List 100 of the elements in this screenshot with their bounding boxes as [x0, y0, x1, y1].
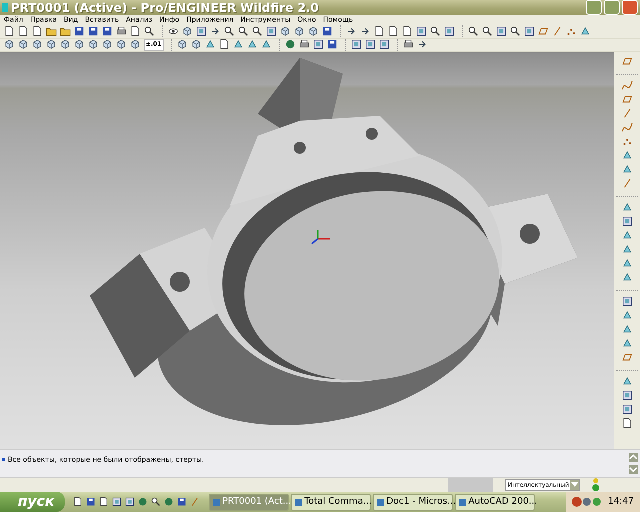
scroll-up-button[interactable]	[629, 452, 638, 462]
toolbar-button[interactable]	[190, 38, 202, 51]
toolbar-button[interactable]	[510, 25, 521, 38]
toolbar-button[interactable]	[364, 38, 376, 51]
quick-launch-button[interactable]	[98, 496, 110, 508]
frame-icon	[622, 216, 632, 228]
folder-icon	[46, 26, 57, 37]
frame-icon	[622, 404, 632, 416]
toolbar-button[interactable]	[4, 38, 15, 51]
quick-launch-button[interactable]	[150, 496, 162, 508]
toolbar-button[interactable]	[524, 25, 535, 38]
toolbar-button[interactable]	[18, 38, 29, 51]
line-icon	[190, 497, 200, 508]
document-icon	[32, 26, 43, 37]
bullet-icon	[2, 458, 5, 462]
toolbar-button[interactable]	[102, 38, 113, 51]
toolbar-button[interactable]	[74, 38, 85, 51]
toolbar-button[interactable]	[416, 25, 427, 38]
toolbar-button[interactable]	[32, 25, 43, 38]
cube-icon	[116, 39, 127, 50]
toolbar-button[interactable]	[496, 25, 507, 38]
frame-icon	[378, 39, 390, 50]
toolbar-button[interactable]	[374, 25, 385, 38]
toolbar-button[interactable]	[130, 38, 141, 51]
toolbar-button[interactable]	[622, 404, 632, 416]
toolbar-button[interactable]	[266, 25, 277, 38]
quick-launch-button[interactable]	[86, 496, 97, 508]
toolbar-button[interactable]	[468, 25, 479, 38]
frame-icon	[266, 26, 277, 37]
frame-icon	[124, 497, 135, 508]
arrow-icon	[416, 39, 428, 50]
sphere-icon	[164, 497, 174, 508]
toolbar-button[interactable]	[444, 25, 455, 38]
toolbar-button[interactable]	[378, 38, 390, 51]
toolbar-button[interactable]	[60, 38, 71, 51]
toolbar-button[interactable]	[402, 25, 413, 38]
window-icon	[376, 498, 384, 506]
toolbar-button[interactable]	[252, 25, 263, 38]
toolbar-button[interactable]	[182, 25, 193, 38]
toolbar-button[interactable]	[18, 25, 29, 38]
toolbar-button[interactable]	[622, 216, 632, 228]
toolbar-button[interactable]	[116, 25, 127, 38]
toolbar-button[interactable]	[196, 25, 207, 38]
quick-launch-button[interactable]	[72, 496, 84, 508]
toolbar-button[interactable]	[622, 418, 632, 430]
toolbar-button[interactable]	[144, 25, 155, 38]
taskbar-button[interactable]: Doc1 - Micros...	[372, 494, 453, 511]
toolbar-button[interactable]	[326, 38, 338, 51]
cube-icon	[46, 39, 57, 50]
line-icon	[552, 26, 563, 37]
toolbar-button[interactable]	[308, 25, 319, 38]
quick-launch-button[interactable]	[112, 496, 123, 508]
document-icon	[374, 26, 385, 37]
toolbar-button[interactable]	[238, 25, 249, 38]
toolbar-button[interactable]	[176, 38, 188, 51]
toolbar-button[interactable]	[74, 25, 85, 38]
toolbar-button[interactable]	[280, 25, 291, 38]
toolbar-button[interactable]	[130, 25, 141, 38]
frame-icon	[312, 39, 324, 50]
document-icon	[98, 497, 109, 508]
toolbar-button[interactable]	[88, 38, 99, 51]
toolbar-button[interactable]	[224, 25, 235, 38]
magnifier-icon	[150, 497, 161, 508]
sphere-icon	[284, 39, 296, 50]
points-icon	[622, 136, 632, 148]
frame-icon	[622, 390, 632, 402]
toolbar-button[interactable]	[294, 25, 305, 38]
frame-icon	[496, 26, 507, 37]
taskbar-button[interactable]: AutoCAD 200...	[454, 494, 535, 511]
taskbar-button[interactable]: Total Comma...	[290, 494, 371, 511]
quick-launch-button[interactable]	[124, 496, 136, 508]
toolbar-button[interactable]	[116, 38, 127, 51]
cube-icon	[182, 26, 193, 37]
toolbar-button[interactable]	[622, 296, 632, 308]
toolbar-button[interactable]	[102, 25, 113, 38]
toolbar-button[interactable]	[482, 25, 493, 38]
toolbar-button[interactable]	[322, 25, 333, 38]
toolbar-button[interactable]	[388, 25, 399, 38]
scroll-down-button[interactable]	[629, 464, 638, 474]
frame-icon	[350, 39, 362, 50]
toolbar-button[interactable]	[312, 38, 324, 51]
cube-icon	[130, 39, 141, 50]
restore-button[interactable]	[604, 0, 620, 16]
minimize-button[interactable]	[586, 0, 602, 16]
toolbar-button[interactable]	[88, 25, 99, 38]
toolbar-button[interactable]	[622, 390, 632, 402]
quick-launch-button[interactable]	[176, 496, 188, 508]
toolbar-button[interactable]	[4, 25, 15, 38]
toolbar-button[interactable]	[46, 38, 57, 51]
close-button[interactable]	[622, 0, 638, 16]
toolbar-button[interactable]	[430, 25, 441, 38]
toolbar-button[interactable]	[350, 38, 362, 51]
document-icon	[402, 26, 413, 37]
toolbar-button[interactable]	[218, 38, 230, 51]
window-title: PRT0001 (Active) - Pro/ENGINEER Wildfire 2.0	[11, 0, 320, 15]
cube-icon	[102, 39, 113, 50]
toolbar-button[interactable]	[32, 38, 43, 51]
magnifier-icon	[144, 26, 155, 37]
frame-icon	[524, 26, 535, 37]
window-icon	[294, 498, 302, 506]
